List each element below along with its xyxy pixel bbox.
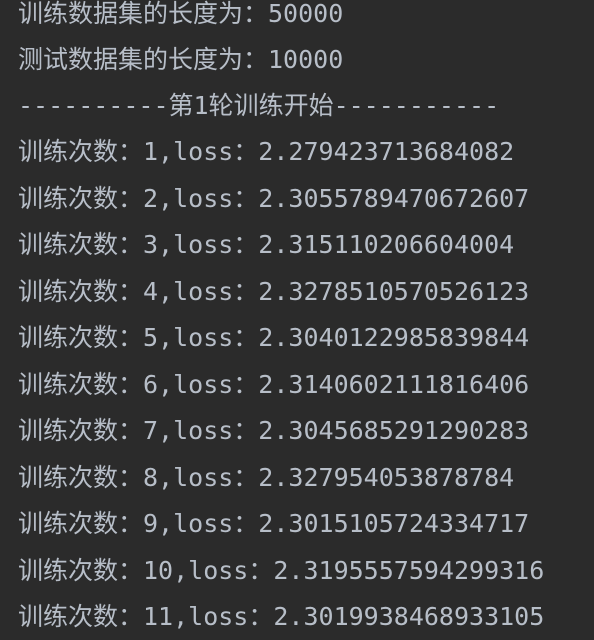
console-line-step-3: 训练次数：3,loss：2.315110206604004 xyxy=(18,230,515,259)
console-line-step-5: 训练次数：5,loss：2.3040122985839844 xyxy=(18,323,530,352)
console-line-step-8: 训练次数：8,loss：2.327954053878784 xyxy=(18,463,515,492)
console-line-epoch-header: ----------第1轮训练开始----------- xyxy=(18,91,500,120)
console-line-step-7: 训练次数：7,loss：2.3045685291290283 xyxy=(18,416,530,445)
console-line-step-10: 训练次数：10,loss：2.3195557594299316 xyxy=(18,556,545,585)
console-line-step-9: 训练次数：9,loss：2.3015105724334717 xyxy=(18,509,530,538)
console-line-step-1: 训练次数：1,loss：2.279423713684082 xyxy=(18,137,515,166)
console-line-step-6: 训练次数：6,loss：2.3140602111816406 xyxy=(18,370,530,399)
run-console-output[interactable]: 训练数据集的长度为：50000 测试数据集的长度为：10000 --------… xyxy=(0,0,594,632)
console-line-test-size: 测试数据集的长度为：10000 xyxy=(18,45,344,74)
console-line-step-11: 训练次数：11,loss：2.3019938468933105 xyxy=(18,602,545,631)
console-line-step-2: 训练次数：2,loss：2.3055789470672607 xyxy=(18,184,530,213)
console-line-step-4: 训练次数：4,loss：2.3278510570526123 xyxy=(18,277,530,306)
console-line-train-size: 训练数据集的长度为：50000 xyxy=(18,0,344,28)
